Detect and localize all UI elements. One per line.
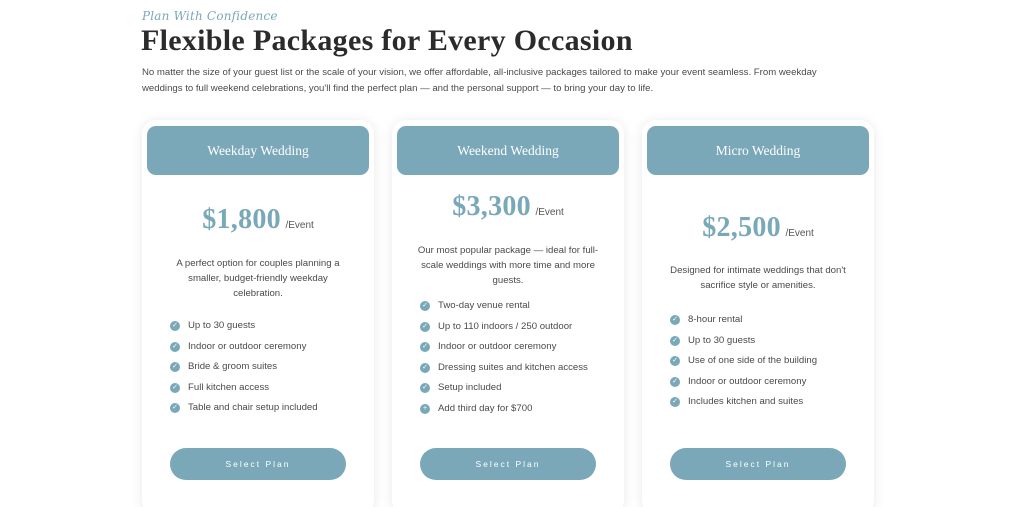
- plan-price: $2,500: [702, 212, 781, 243]
- intro-paragraph: No matter the size of your guest list or…: [142, 67, 817, 94]
- feature-item: ✓ Setup included: [420, 381, 610, 396]
- check-circle-icon: ✓: [420, 321, 430, 332]
- pricing-card-micro: Micro Wedding $2,500 /Event Designed for…: [642, 120, 874, 507]
- feature-item: ✓ Indoor or outdoor ceremony: [170, 340, 360, 355]
- price-unit: /Event: [785, 228, 814, 239]
- check-circle-icon: ✓: [670, 376, 680, 387]
- check-circle-icon: ✓: [170, 382, 180, 393]
- feature-item: ✓ Full kitchen access: [170, 381, 360, 396]
- feature-item: ✓ Indoor or outdoor ceremony: [420, 340, 610, 355]
- feature-list: ✓ 8-hour rental ✓ Up to 30 guests ✓ Use of …: [670, 313, 860, 416]
- plan-description: Our most popular package — ideal for ful…: [417, 245, 599, 286]
- check-circle-icon: ✓: [670, 356, 680, 366]
- feature-item: ✓ Up to 30 guests: [670, 334, 860, 349]
- select-plan-button[interactable]: Select Plan: [670, 448, 846, 480]
- check-circle-icon: ✓: [170, 341, 180, 352]
- check-circle-icon: ✓: [670, 335, 680, 346]
- feature-item: ✓ Use of one side of the building: [670, 354, 860, 369]
- plan-price: $1,800: [202, 204, 281, 235]
- plan-description: Designed for intimate weddings that don'…: [670, 265, 846, 291]
- check-circle-icon: ✓: [420, 383, 430, 393]
- feature-list: ✓ Two-day venue rental ✓ Up to 110 indoors…: [420, 299, 610, 422]
- plan-name: Weekend Wedding: [397, 126, 619, 175]
- select-plan-button[interactable]: Select Plan: [170, 448, 346, 480]
- section-tagline: Plan With Confidence: [142, 9, 278, 23]
- plus-circle-icon: +: [420, 403, 430, 414]
- feature-item: ✓ Bride & groom suites: [170, 360, 360, 375]
- pricing-card-weekday: Weekday Wedding $1,800 /Event A perfect …: [142, 120, 374, 507]
- plan-name: Micro Wedding: [647, 126, 869, 175]
- price-row: $2,500 /Event: [642, 212, 874, 244]
- price-row: $3,300 /Event: [392, 191, 624, 223]
- feature-item: ✓ 8-hour rental: [670, 313, 860, 328]
- price-unit: /Event: [285, 220, 314, 231]
- feature-item: + Add third day for $700: [420, 402, 610, 417]
- feature-item: ✓ Dressing suites and kitchen access: [420, 361, 610, 376]
- plan-price: $3,300: [452, 191, 531, 222]
- check-circle-icon: ✓: [670, 397, 680, 407]
- plan-name: Weekday Wedding: [147, 126, 369, 175]
- check-circle-icon: ✓: [420, 342, 430, 352]
- check-circle-icon: ✓: [420, 301, 430, 311]
- feature-item: ✓ Indoor or outdoor ceremony: [670, 375, 860, 390]
- plan-description: A perfect option for couples planning a …: [176, 258, 340, 299]
- feature-item: ✓ Table and chair setup included: [170, 401, 360, 416]
- pricing-card-weekend: Weekend Wedding $3,300 /Event Our most p…: [392, 120, 624, 507]
- check-circle-icon: ✓: [170, 362, 180, 372]
- price-unit: /Event: [535, 207, 564, 218]
- feature-item: ✓ Includes kitchen and suites: [670, 395, 860, 410]
- price-row: $1,800 /Event: [142, 204, 374, 236]
- feature-item: ✓ Up to 30 guests: [170, 319, 360, 334]
- page-title: Flexible Packages for Every Occasion: [141, 24, 633, 57]
- feature-item: ✓ Up to 110 indoors / 250 outdoor: [420, 320, 610, 335]
- select-plan-button[interactable]: Select Plan: [420, 448, 596, 480]
- check-circle-icon: ✓: [670, 315, 680, 325]
- feature-item: ✓ Two-day venue rental: [420, 299, 610, 314]
- check-circle-icon: ✓: [170, 321, 180, 331]
- feature-list: ✓ Up to 30 guests ✓ Indoor or outdoor cere…: [170, 319, 360, 422]
- check-circle-icon: ✓: [420, 362, 430, 373]
- check-circle-icon: ✓: [170, 403, 180, 413]
